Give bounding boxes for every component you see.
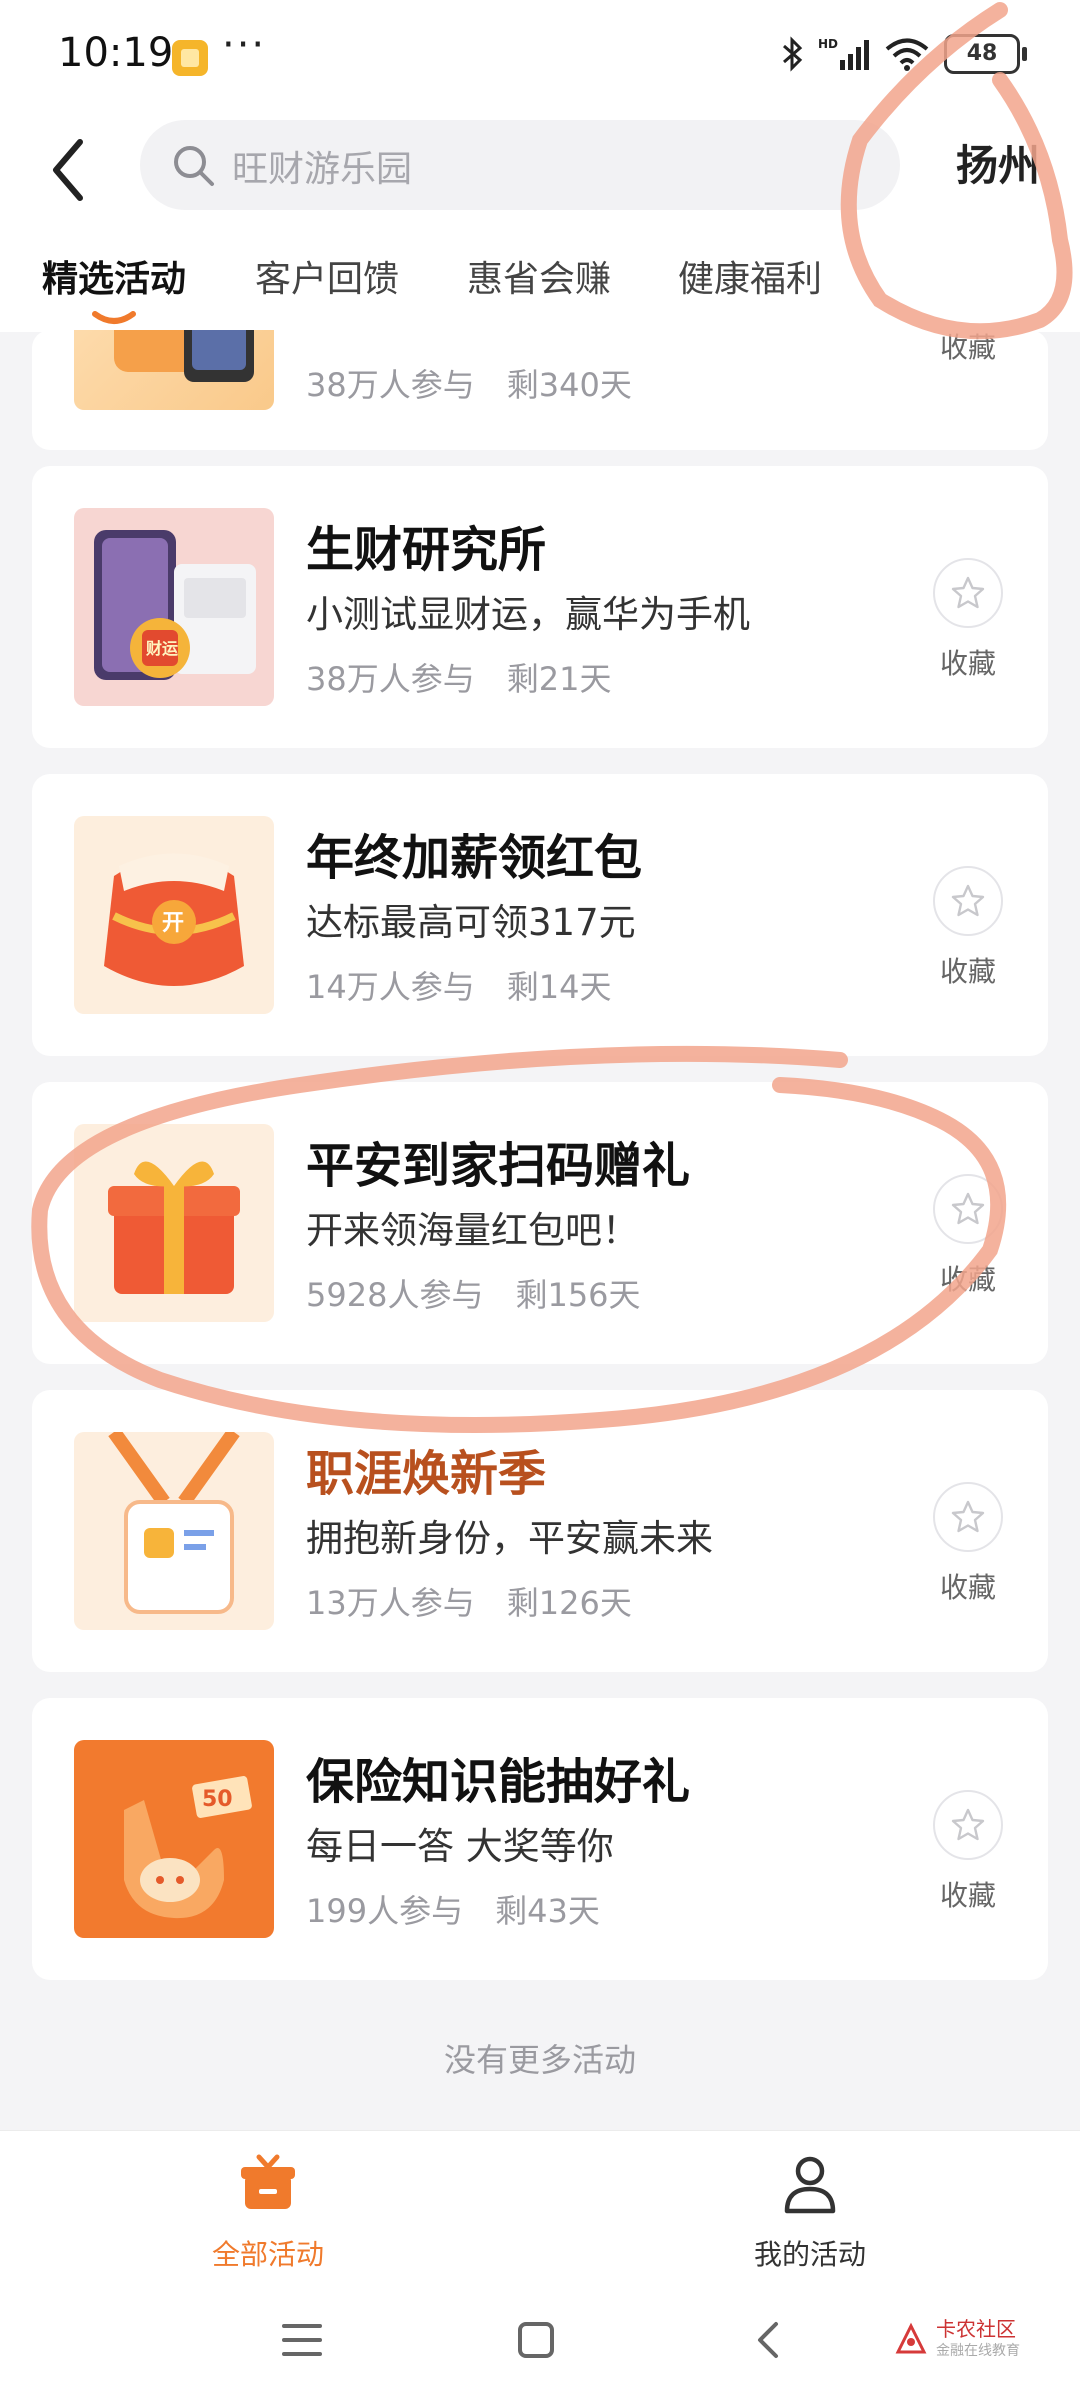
category-tabs: 精选活动 客户回馈 惠省会赚 健康福利 [0,250,1080,330]
status-time: 10:19 [58,30,174,76]
star-icon [933,1790,1003,1860]
signal-icon: HD [818,37,869,70]
activity-participants: 14万人参与 [306,968,475,1006]
watermark: 卡农社区 金融在线教育 [894,2318,1020,2360]
favorite-label: 收藏 [939,1263,996,1296]
activity-remaining: 剩14天 [506,968,612,1006]
notification-app-icon [172,40,208,76]
watermark-logo-icon [895,2322,927,2354]
favorite-button[interactable]: 收藏 [928,558,1008,682]
star-icon [933,866,1003,936]
tab-featured[interactable]: 精选活动 [42,250,186,302]
thumbnail-badge: 开 [162,911,184,936]
activity-participants: 199人参与 [306,1892,464,1930]
activity-participants: 13万人参与 [306,1584,475,1622]
menu-icon[interactable] [272,2310,332,2370]
activity-thumbnail [74,1432,274,1630]
activity-remaining: 剩126天 [506,1584,632,1622]
activity-card[interactable]: 平安到家扫码赠礼 开来领海量红包吧！ 5928人参与 剩156天 收藏 [32,1082,1048,1364]
favorite-label: 收藏 [939,647,996,680]
favorite-button[interactable]: 收藏 [928,866,1008,990]
activity-thumbnail: 财运 [74,508,274,706]
activity-thumbnail [74,330,274,410]
system-navigation: 卡农社区 金融在线教育 [0,2280,1080,2400]
nav-my-activities[interactable]: 我的活动 [690,2153,930,2273]
activity-card[interactable]: 50 保险知识能抽好礼 每日一答 大奖等你 199人参与 剩43天 收藏 [32,1698,1048,1980]
activity-thumbnail: 开 [74,816,274,1014]
activity-card[interactable]: 开 年终加薪领红包 达标最高可领317元 14万人参与 剩14天 收藏 [32,774,1048,1056]
favorite-label: 收藏 [939,1879,996,1912]
activity-remaining: 剩156天 [515,1276,641,1314]
activity-title: 年终加薪领红包 [306,830,643,886]
status-bar: 10:19 ··· HD 48 [0,0,1080,110]
nav-all-activities[interactable]: 全部活动 [148,2153,388,2273]
search-input[interactable]: 旺财游乐园 [140,120,900,210]
activity-card[interactable]: 职涯焕新季 拥抱新身份，平安赢未来 13万人参与 剩126天 收藏 [32,1390,1048,1672]
activity-thumbnail [74,1124,274,1322]
wifi-icon [885,38,929,71]
active-tab-indicator [92,311,136,324]
watermark-name: 卡农社区 [936,2317,1016,2341]
activity-participants: 38万人参与 [306,366,475,404]
activity-participants: 5928人参与 [306,1276,484,1314]
home-square-icon[interactable] [506,2310,566,2370]
activity-title: 平安到家扫码赠礼 [306,1138,691,1194]
tab-customer-rewards[interactable]: 客户回馈 [255,250,399,302]
header: 旺财游乐园 扬州 精选活动 客户回馈 惠省会赚 健康福利 [0,110,1080,332]
activity-subtitle: 小测试显财运，赢华为手机 [306,593,750,636]
bluetooth-icon [783,36,803,72]
city-selector[interactable]: 扬州 [956,132,1040,193]
activity-subtitle: 达标最高可领317元 [306,901,636,944]
activity-title: 生财研究所 [306,522,547,578]
activity-subtitle: 每日一答 大奖等你 [306,1825,614,1868]
no-more-activities: 没有更多活动 [443,2041,636,2079]
activity-stats: 199人参与 剩43天 [306,1886,600,1932]
bottom-nav: 全部活动 我的活动 [0,2130,1080,2281]
favorite-label: 收藏 [939,955,996,988]
thumbnail-badge: 50 [202,1787,233,1812]
activity-stats: 38万人参与 剩340天 [306,360,632,406]
activity-stats: 13万人参与 剩126天 [306,1578,632,1624]
favorite-button[interactable]: 收藏 [928,1174,1008,1298]
activity-remaining: 剩340天 [506,366,632,404]
activity-remaining: 剩43天 [495,1892,600,1930]
activity-remaining: 剩21天 [506,660,612,698]
activity-title: 保险知识能抽好礼 [306,1754,691,1810]
activity-participants: 38万人参与 [306,660,475,698]
activity-subtitle: 开来领海量红包吧！ [306,1209,639,1252]
search-icon [174,146,214,186]
activity-subtitle: 拥抱新身份，平安赢未来 [306,1517,713,1560]
favorite-button[interactable]: 收藏 [928,1790,1008,1914]
star-icon [933,558,1003,628]
svg-text:HD: HD [818,37,838,51]
star-icon [933,1174,1003,1244]
activity-stats: 38万人参与 剩21天 [306,654,611,700]
back-icon[interactable] [40,130,100,210]
favorite-label: 收藏 [939,1571,996,1604]
thumbnail-badge: 财运 [145,639,178,658]
star-icon [933,1482,1003,1552]
search-placeholder: 旺财游乐园 [232,149,413,190]
activity-card[interactable]: 38万人参与 剩340天 收藏 [32,330,1048,450]
favorite-button[interactable]: 收藏 [928,1482,1008,1606]
gift-box-icon [241,2154,295,2209]
tab-save-earn[interactable]: 惠省会赚 [467,250,611,302]
nav-my-activities-label: 我的活动 [753,2238,866,2271]
activity-card[interactable]: 财运 生财研究所 小测试显财运，赢华为手机 38万人参与 剩21天 收藏 [32,466,1048,748]
more-notifications-icon: ··· [222,22,267,68]
status-indicators: HD 48 [782,34,1027,74]
watermark-sub: 金融在线教育 [936,2343,1020,2359]
nav-all-activities-label: 全部活动 [211,2238,324,2271]
activity-stats: 14万人参与 剩14天 [306,962,611,1008]
activity-thumbnail: 50 [74,1740,274,1938]
favorite-label: 收藏 [939,331,996,364]
battery-indicator: 48 [944,34,1027,74]
favorite-button[interactable]: 收藏 [928,330,1008,366]
system-back-icon[interactable] [740,2310,800,2370]
activity-stats: 5928人参与 剩156天 [306,1270,641,1316]
person-icon [784,2156,836,2214]
tab-health-benefits[interactable]: 健康福利 [678,250,822,302]
activity-title: 职涯焕新季 [306,1446,547,1502]
